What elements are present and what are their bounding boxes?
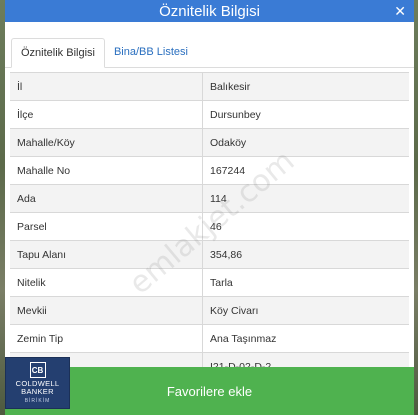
tab-building-list[interactable]: Bina/BB Listesi xyxy=(105,37,197,67)
attr-value-mevkii: Köy Civarı xyxy=(210,304,259,317)
table-row: Tapu Alanı 354,86 xyxy=(10,241,409,269)
table-row: Parsel 46 xyxy=(10,213,409,241)
table-row: Zemin Tip Ana Taşınmaz xyxy=(10,325,409,353)
attr-key-ada: Ada xyxy=(10,185,203,212)
attr-key-nitelik: Nitelik xyxy=(10,269,203,296)
add-to-favorites-label: Favorilere ekle xyxy=(166,383,253,399)
logo-mark-icon: CB xyxy=(29,362,46,378)
attr-key-mahalle-no: Mahalle No xyxy=(10,157,203,184)
attr-key-tapu-alani: Tapu Alanı xyxy=(10,241,203,268)
attr-value-mahalle-no: 167244 xyxy=(210,164,246,177)
tab-attribute-info[interactable]: Öznitelik Bilgisi xyxy=(11,38,105,68)
brand-logo: CB COLDWELL BANKER BİRİKİM xyxy=(5,357,70,409)
attr-value-ada: 114 xyxy=(210,192,227,205)
tab-bar: Öznitelik Bilgisi Bina/BB Listesi xyxy=(5,30,414,68)
attr-value-mahalle-koy: Odaköy xyxy=(210,136,247,149)
attr-key-mahalle-koy: Mahalle/Köy xyxy=(10,129,203,156)
close-icon[interactable]: ✕ xyxy=(394,2,406,20)
attr-key-il: İl xyxy=(10,73,203,100)
attr-key-ilce: İlçe xyxy=(10,101,203,128)
table-row: Nitelik Tarla xyxy=(10,269,409,297)
table-row: İl Balıkesir xyxy=(10,73,409,101)
attribute-modal: Öznitelik Bilgisi ✕ Öznitelik Bilgisi Bi… xyxy=(5,0,414,415)
attr-value-tapu-alani: 354,86 xyxy=(210,248,243,261)
attr-value-zemin-tip: Ana Taşınmaz xyxy=(210,332,277,345)
attr-key-mevkii: Mevkii xyxy=(10,297,203,324)
attr-key-parsel: Parsel xyxy=(10,213,203,240)
attribute-table: İl Balıkesir İlçe Dursunbey Mahalle/Köy … xyxy=(10,72,409,381)
table-row: İlçe Dursunbey xyxy=(10,101,409,129)
logo-subtext: BİRİKİM xyxy=(24,398,51,404)
attr-key-zemin-tip: Zemin Tip xyxy=(10,325,203,352)
table-row: Ada 114 xyxy=(10,185,409,213)
attr-value-nitelik: Tarla xyxy=(210,276,233,289)
attr-value-il: Balıkesir xyxy=(210,80,251,93)
modal-header: Öznitelik Bilgisi ✕ xyxy=(5,0,414,22)
table-row: Mahalle/Köy Odaköy xyxy=(10,129,409,157)
modal-title: Öznitelik Bilgisi xyxy=(159,2,260,20)
attr-value-ilce: Dursunbey xyxy=(210,108,261,121)
table-row: Mevkii Köy Civarı xyxy=(10,297,409,325)
logo-text-line2: BANKER xyxy=(21,387,54,396)
table-row: Mahalle No 167244 xyxy=(10,157,409,185)
attr-value-parsel: 46 xyxy=(210,220,222,233)
